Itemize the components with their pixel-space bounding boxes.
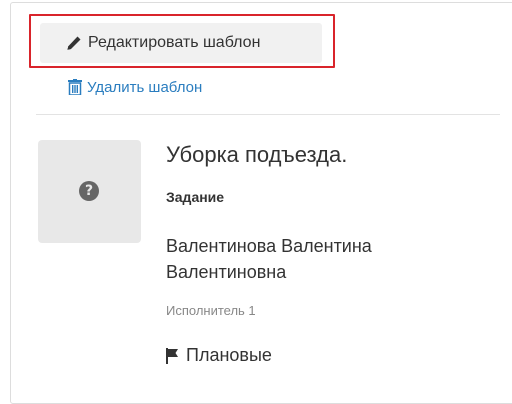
question-circle-icon: ? [79,181,99,201]
edit-template-label: Редактировать шаблон [88,34,261,51]
delete-template-link[interactable]: Удалить шаблон [68,76,202,98]
priority-status: Плановые [166,345,272,366]
assignee-role: Исполнитель 1 [166,303,256,318]
assignee-name-line1: Валентинова Валентина [166,236,372,256]
delete-template-label: Удалить шаблон [87,78,203,96]
assignee-name: Валентинова Валентина Валентиновна [166,233,466,285]
divider [36,114,500,115]
priority-label: Плановые [186,345,272,365]
task-avatar: ? [38,140,141,243]
task-type: Задание [166,189,225,205]
pencil-icon [67,36,81,50]
task-title: Уборка подъезда. [166,142,348,167]
edit-template-button[interactable]: Редактировать шаблон [40,23,322,63]
flag-icon [166,347,178,364]
trash-icon [68,79,82,95]
assignee-name-line2: Валентиновна [166,262,287,282]
